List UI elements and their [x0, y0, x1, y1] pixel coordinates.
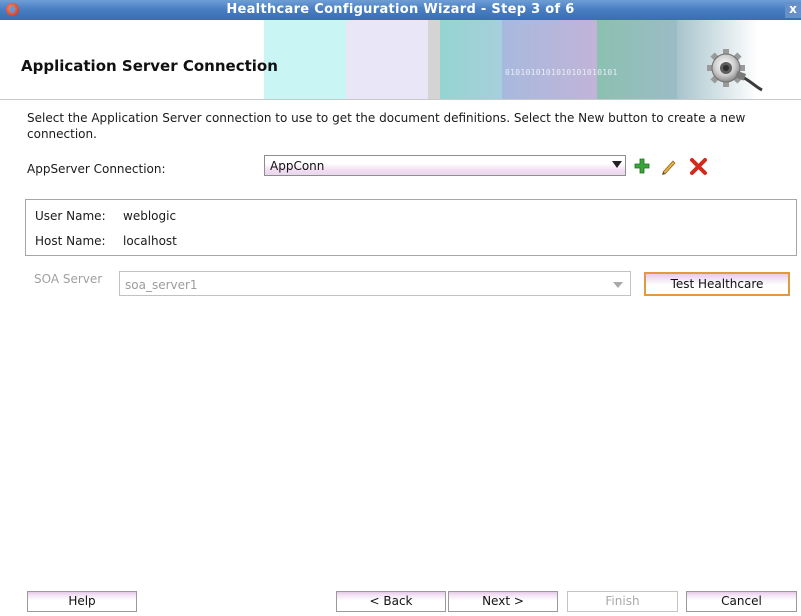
cancel-button[interactable]: Cancel [686, 591, 797, 612]
help-button[interactable]: Help [27, 591, 137, 612]
delete-connection-icon[interactable] [689, 157, 708, 176]
banner-divider [0, 99, 801, 100]
user-name-row: User Name: weblogic [35, 209, 176, 223]
chevron-down-icon[interactable] [612, 161, 622, 168]
host-name-label: Host Name: [35, 234, 106, 248]
user-name-value: weblogic [123, 209, 177, 223]
host-name-value: localhost [123, 234, 177, 248]
appserver-connection-value: AppConn [270, 159, 325, 173]
soa-server-label: SOA Server [34, 272, 103, 286]
host-name-row: Host Name: localhost [35, 234, 177, 248]
window-title: Healthcare Configuration Wizard - Step 3… [226, 2, 575, 17]
test-healthcare-button[interactable]: Test Healthcare [644, 272, 790, 296]
appserver-connection-select[interactable]: AppConn [264, 155, 626, 176]
chevron-down-icon[interactable] [613, 282, 623, 288]
gear-plug-icon [707, 49, 763, 92]
edit-connection-icon[interactable] [660, 158, 677, 175]
soa-server-value: soa_server1 [125, 278, 198, 292]
title-bar[interactable]: Healthcare Configuration Wizard - Step 3… [0, 0, 801, 20]
close-button[interactable]: x [785, 2, 801, 18]
soa-server-select[interactable]: soa_server1 [119, 271, 631, 296]
wizard-banner: 0101010101010101010101 Application Serve… [0, 20, 801, 99]
banner-binary-decoration: 0101010101010101010101 [505, 68, 618, 77]
back-button[interactable]: < Back [336, 591, 446, 612]
next-button[interactable]: Next > [448, 591, 558, 612]
connection-info-panel: User Name: weblogic Host Name: localhost [25, 199, 797, 256]
add-connection-icon[interactable] [634, 158, 650, 174]
finish-button[interactable]: Finish [567, 591, 678, 612]
page-title: Application Server Connection [21, 57, 278, 75]
user-name-label: User Name: [35, 209, 106, 223]
instruction-text: Select the Application Server connection… [27, 111, 746, 141]
appserver-connection-label: AppServer Connection: [27, 162, 166, 176]
